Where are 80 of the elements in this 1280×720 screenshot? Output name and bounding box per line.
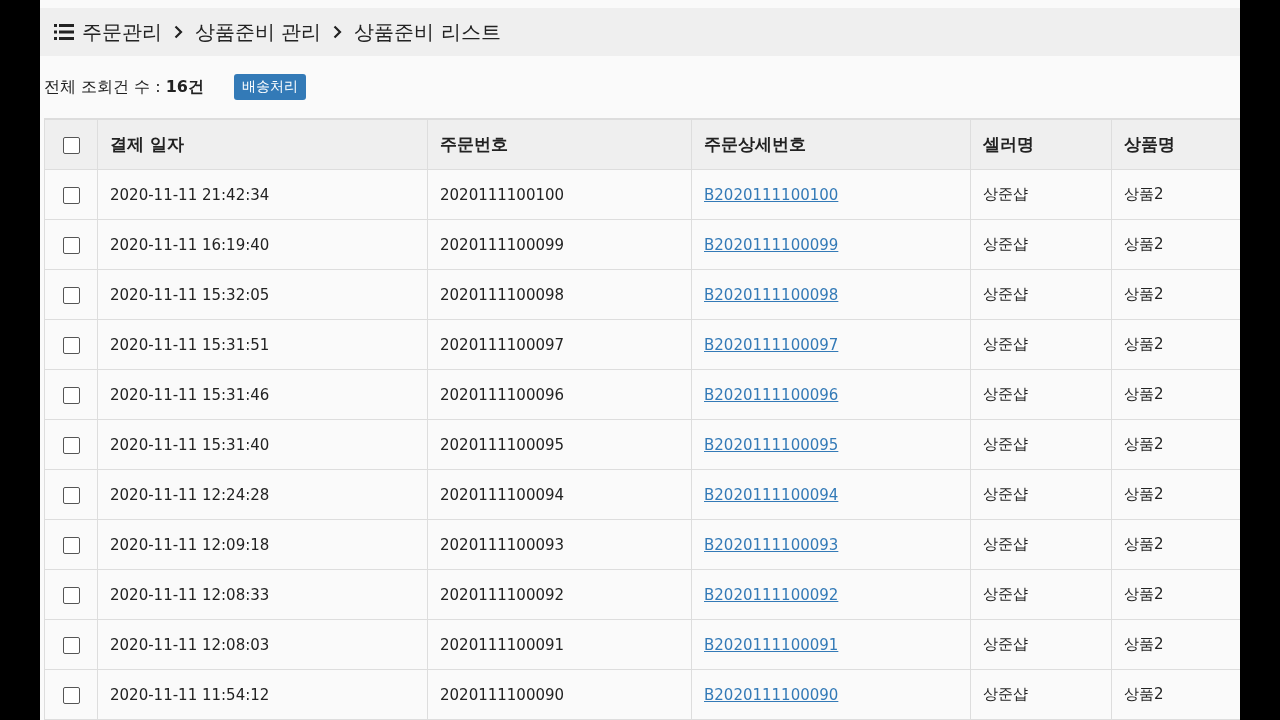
row-checkbox[interactable] <box>62 436 80 454</box>
table-cell: 상준샵 <box>970 319 1112 370</box>
ship-button[interactable]: 배송처리 <box>234 74 306 100</box>
table-cell: 상품2 <box>1111 569 1240 620</box>
table-cell: 2020111100096 <box>427 369 692 420</box>
table-cell: 2020-11-11 12:24:28 <box>97 469 428 520</box>
table-cell: 상품2 <box>1111 619 1240 670</box>
table-cell: 2020111100095 <box>427 419 692 470</box>
table-cell: 상품2 <box>1111 169 1240 220</box>
row-checkbox[interactable] <box>62 536 80 554</box>
table-cell: 2020-11-11 12:08:33 <box>97 569 428 620</box>
row-checkbox[interactable] <box>62 686 80 704</box>
column-header: 상품명 <box>1111 119 1240 170</box>
column-header: 셀러명 <box>970 119 1112 170</box>
breadcrumb-item: 상품준비 리스트 <box>354 18 501 46</box>
detail-link[interactable]: B2020111100092 <box>704 585 839 604</box>
table-cell: 2020111100093 <box>427 519 692 570</box>
table-cell: 2020-11-11 15:31:51 <box>97 319 428 370</box>
table-cell: 2020-11-11 15:31:46 <box>97 369 428 420</box>
detail-link[interactable]: B2020111100096 <box>704 385 839 404</box>
row-checkbox[interactable] <box>62 486 80 504</box>
table-cell: 2020-11-11 16:19:40 <box>97 219 428 270</box>
table-cell: 2020111100091 <box>427 619 692 670</box>
row-checkbox[interactable] <box>62 586 80 604</box>
table-cell: 2020-11-11 11:54:12 <box>97 669 428 720</box>
row-checkbox[interactable] <box>62 236 80 254</box>
detail-link[interactable]: B2020111100099 <box>704 235 839 254</box>
table-cell: 2020-11-11 12:08:03 <box>97 619 428 670</box>
table-cell: 상품2 <box>1111 369 1240 420</box>
table-cell: 2020111100090 <box>427 669 692 720</box>
table-cell: 2020111100099 <box>427 219 692 270</box>
table-cell: 2020111100092 <box>427 569 692 620</box>
column-header: 주문번호 <box>427 119 692 170</box>
table-cell: 2020-11-11 12:09:18 <box>97 519 428 570</box>
row-checkbox[interactable] <box>62 636 80 654</box>
table-cell: 2020111100097 <box>427 319 692 370</box>
chevron-right-icon <box>174 25 183 39</box>
table-cell: 2020-11-11 21:42:34 <box>97 169 428 220</box>
table-cell: 상준샵 <box>970 269 1112 320</box>
table-cell: 상품2 <box>1111 219 1240 270</box>
select-all-checkbox[interactable] <box>62 137 80 154</box>
column-header: 결제 일자 <box>97 119 428 170</box>
detail-link[interactable]: B2020111100093 <box>704 535 839 554</box>
list-icon <box>54 24 74 40</box>
detail-link[interactable]: B2020111100090 <box>704 685 839 704</box>
table-cell: 2020-11-11 15:31:40 <box>97 419 428 470</box>
table-cell: 2020111100094 <box>427 469 692 520</box>
table-cell: 상품2 <box>1111 469 1240 520</box>
detail-link[interactable]: B2020111100098 <box>704 285 839 304</box>
table-cell: 상품2 <box>1111 669 1240 720</box>
detail-link[interactable]: B2020111100095 <box>704 435 839 454</box>
column-header: 주문상세번호 <box>691 119 971 170</box>
table-cell: 상준샵 <box>970 219 1112 270</box>
table-cell: 상준샵 <box>970 669 1112 720</box>
table-cell: 상준샵 <box>970 569 1112 620</box>
breadcrumb-item: 상품준비 관리 <box>195 18 322 46</box>
chevron-right-icon <box>333 25 343 39</box>
table-cell: 상준샵 <box>970 369 1112 420</box>
row-checkbox[interactable] <box>62 386 80 404</box>
table-cell: 상품2 <box>1111 419 1240 470</box>
table-cell: 2020111100098 <box>427 269 692 320</box>
table-cell: 상품2 <box>1111 269 1240 320</box>
table-cell: 2020-11-11 15:32:05 <box>97 269 428 320</box>
table-cell: 상준샵 <box>970 619 1112 670</box>
row-checkbox[interactable] <box>62 186 80 204</box>
table-cell: 상준샵 <box>970 169 1112 220</box>
total-count: 전체 조회건 수 : 16건 <box>44 76 204 98</box>
row-checkbox[interactable] <box>62 336 80 354</box>
detail-link[interactable]: B2020111100094 <box>704 485 839 504</box>
detail-link[interactable]: B2020111100100 <box>704 185 839 204</box>
table-cell: 2020111100100 <box>427 169 692 220</box>
breadcrumb-item: 주문관리 <box>82 18 162 46</box>
table-cell: 상준샵 <box>970 419 1112 470</box>
table-cell: 상품2 <box>1111 519 1240 570</box>
detail-link[interactable]: B2020111100097 <box>704 335 839 354</box>
table-cell: 상품2 <box>1111 319 1240 370</box>
table-cell: 상준샵 <box>970 519 1112 570</box>
row-checkbox[interactable] <box>62 286 80 304</box>
detail-link[interactable]: B2020111100091 <box>704 635 839 654</box>
table-cell: 상준샵 <box>970 469 1112 520</box>
